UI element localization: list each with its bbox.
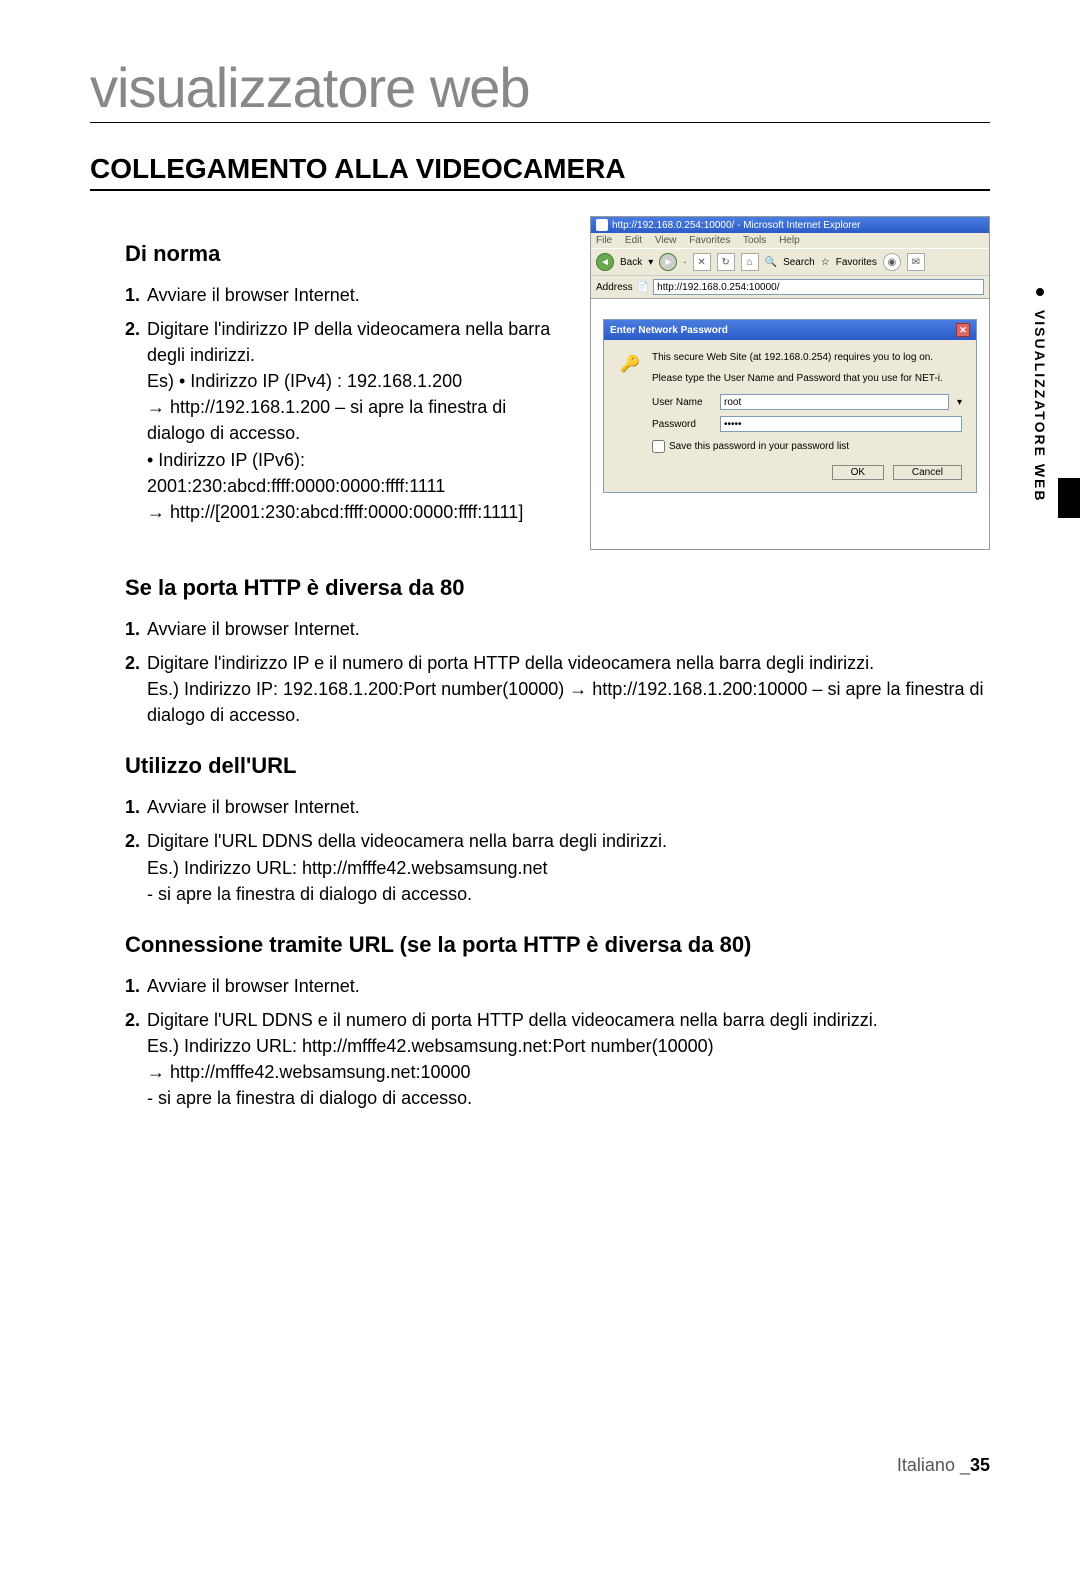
dialog-title: Enter Network Password (610, 325, 728, 336)
dialog-line2: Please type the User Name and Password t… (652, 373, 962, 384)
dropdown-icon: ▾ (648, 257, 653, 268)
list-number: 2. (125, 316, 147, 525)
address-label: Address (596, 282, 633, 293)
sub1-item1: Avviare il browser Internet. (147, 282, 565, 308)
side-tab: VISUALIZZATORE WEB (1032, 288, 1048, 502)
sub4-item2: Digitare l'URL DDNS e il numero di porta… (147, 1007, 990, 1111)
search-icon[interactable]: 🔍 (765, 257, 777, 268)
list-number: 1. (125, 282, 147, 308)
page-number: 35 (970, 1455, 990, 1475)
sub1-title: Di norma (125, 241, 565, 267)
page-footer: Italiano _35 (897, 1455, 990, 1476)
refresh-button[interactable]: ↻ (717, 253, 735, 271)
menu-favorites[interactable]: Favorites (689, 235, 730, 246)
address-input[interactable] (653, 279, 984, 295)
favorites-icon[interactable]: ☆ (821, 257, 830, 268)
side-marker (1058, 478, 1080, 518)
username-label: User Name (652, 397, 712, 408)
list-number: 2. (125, 650, 147, 728)
password-label: Password (652, 419, 712, 430)
list-number: 1. (125, 794, 147, 820)
browser-title: http://192.168.0.254:10000/ - Microsoft … (612, 220, 860, 231)
page-icon: 📄 (637, 282, 649, 293)
browser-toolbar: ◄ Back ▾ ► · ✕ ↻ ⌂ 🔍 Search ☆ Favorites … (591, 248, 989, 276)
side-tab-label: VISUALIZZATORE WEB (1032, 310, 1048, 503)
favorites-label[interactable]: Favorites (836, 257, 877, 268)
mail-button[interactable]: ✉ (907, 253, 925, 271)
back-label[interactable]: Back (620, 257, 642, 268)
sub4-item1: Avviare il browser Internet. (147, 973, 990, 999)
sub3-item1: Avviare il browser Internet. (147, 794, 990, 820)
sub3-item2: Digitare l'URL DDNS della videocamera ne… (147, 828, 990, 906)
footer-language: Italiano _ (897, 1455, 970, 1475)
menu-tools[interactable]: Tools (743, 235, 766, 246)
list-number: 2. (125, 1007, 147, 1111)
sub4-title: Connessione tramite URL (se la porta HTT… (125, 932, 990, 958)
sub2-item2: Digitare l'indirizzo IP e il numero di p… (147, 650, 990, 728)
close-icon[interactable]: ✕ (956, 323, 970, 337)
browser-titlebar: http://192.168.0.254:10000/ - Microsoft … (591, 217, 989, 233)
search-label[interactable]: Search (783, 257, 815, 268)
chapter-title: visualizzatore web (90, 55, 990, 123)
menu-view[interactable]: View (655, 235, 677, 246)
browser-window: http://192.168.0.254:10000/ - Microsoft … (590, 216, 990, 550)
password-dialog: Enter Network Password ✕ 🔑 This secure W… (603, 319, 977, 493)
list-number: 1. (125, 973, 147, 999)
back-button[interactable]: ◄ (596, 253, 614, 271)
home-button[interactable]: ⌂ (741, 253, 759, 271)
stop-button[interactable]: ✕ (693, 253, 711, 271)
browser-menubar: File Edit View Favorites Tools Help (591, 233, 989, 248)
sub2-item1: Avviare il browser Internet. (147, 616, 990, 642)
forward-button[interactable]: ► (659, 253, 677, 271)
sub1-item2: Digitare l'indirizzo IP della videocamer… (147, 316, 565, 525)
section-title: COLLEGAMENTO ALLA VIDEOCAMERA (90, 153, 990, 191)
bullet-icon (1036, 288, 1044, 296)
list-number: 2. (125, 828, 147, 906)
ok-button[interactable]: OK (832, 465, 884, 480)
browser-addressbar: Address 📄 (591, 276, 989, 299)
sub3-title: Utilizzo dell'URL (125, 753, 990, 779)
key-icon: 🔑 (618, 352, 642, 376)
ie-icon (596, 219, 608, 231)
sub2-title: Se la porta HTTP è diversa da 80 (125, 575, 990, 601)
menu-help[interactable]: Help (779, 235, 800, 246)
list-number: 1. (125, 616, 147, 642)
media-button[interactable]: ◉ (883, 253, 901, 271)
dialog-line1: This secure Web Site (at 192.168.0.254) … (652, 352, 962, 363)
cancel-button[interactable]: Cancel (893, 465, 962, 480)
dropdown-icon[interactable]: ▾ (957, 397, 962, 408)
username-input[interactable] (720, 394, 949, 410)
save-password-checkbox[interactable] (652, 440, 665, 453)
password-input[interactable] (720, 416, 962, 432)
menu-edit[interactable]: Edit (625, 235, 642, 246)
menu-file[interactable]: File (596, 235, 612, 246)
save-password-label: Save this password in your password list (669, 441, 849, 452)
